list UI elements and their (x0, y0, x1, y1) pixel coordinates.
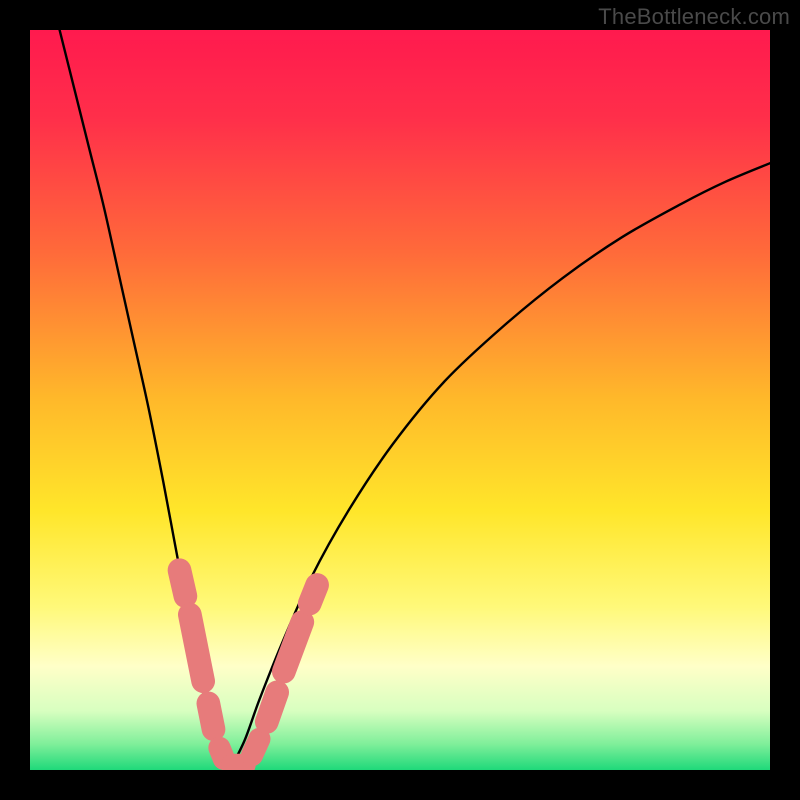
marker-capsule (267, 692, 277, 722)
watermark-text: TheBottleneck.com (598, 4, 790, 30)
chart-frame (30, 30, 770, 770)
marker-capsule (208, 703, 213, 729)
marker-capsule (179, 570, 185, 596)
chart-svg (30, 30, 770, 770)
marker-capsule (310, 585, 317, 604)
gradient-background (30, 30, 770, 770)
marker-capsule (219, 748, 223, 759)
marker-capsule (190, 615, 203, 682)
marker-capsule (252, 739, 259, 755)
